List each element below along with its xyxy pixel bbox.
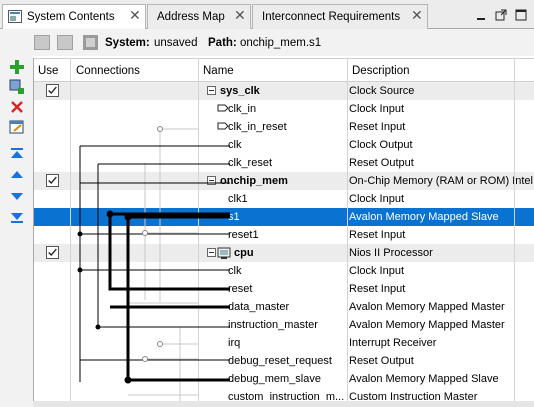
add-icon[interactable]	[9, 59, 25, 75]
connection-point	[77, 267, 83, 273]
header-description[interactable]: Description	[352, 65, 410, 77]
row-name: clk_reset	[228, 157, 273, 169]
row-description: Nios II Processor	[349, 247, 433, 259]
header-connections[interactable]: Connections	[76, 65, 140, 77]
row-name: cpu	[234, 247, 254, 259]
connection-point	[157, 341, 163, 347]
row-description: Reset Output	[349, 355, 414, 367]
row-name: onchip_mem	[220, 175, 288, 187]
row-description: Reset Input	[349, 283, 406, 295]
export-port-icon	[217, 104, 229, 112]
system-label: System:	[105, 37, 150, 49]
header-use[interactable]: Use	[38, 65, 58, 77]
row-description: Avalon Memory Mapped Slave	[349, 211, 499, 223]
path-value: onchip_mem.s1	[240, 37, 322, 49]
toolbar: System: unsaved Path: onchip_mem.s1	[0, 29, 534, 56]
row-name: clk1	[228, 193, 248, 205]
path-label: Path:	[208, 37, 237, 49]
row-description: Avalon Memory Mapped Master	[349, 301, 505, 313]
connection-point	[106, 210, 114, 218]
row-name: debug_reset_request	[228, 355, 332, 367]
row-description: On-Chip Memory (RAM or ROM) Intel	[349, 175, 533, 187]
minimize-icon[interactable]	[474, 8, 488, 22]
tab-label: Interconnect Requirements	[262, 11, 401, 23]
row-name: clk_in_reset	[228, 121, 287, 133]
horizontal-scrollbar[interactable]	[33, 401, 534, 407]
row-name: data_master	[228, 301, 290, 313]
system-contents-icon	[8, 10, 22, 23]
row-description: Reset Input	[349, 121, 406, 133]
table-header: Use Connections Name Description	[34, 58, 534, 82]
use-checkbox[interactable]	[46, 246, 59, 259]
connection-point	[124, 376, 132, 384]
use-checkbox[interactable]	[46, 84, 59, 97]
remove-icon[interactable]	[9, 99, 25, 115]
row-description: Interrupt Receiver	[349, 337, 437, 349]
use-checkbox[interactable]	[46, 174, 59, 187]
connection-point	[142, 230, 148, 236]
edit-icon[interactable]	[9, 119, 25, 135]
connection-point	[142, 356, 148, 362]
row-description: Reset Input	[349, 229, 406, 241]
connection-point	[124, 213, 132, 221]
tab-bar: System Contents ✕ Address Map ✕ Intercon…	[0, 0, 534, 30]
row-name: debug_mem_slave	[228, 373, 321, 385]
row-description: Avalon Memory Mapped Master	[349, 319, 505, 331]
add-component-icon[interactable]	[9, 79, 25, 95]
tab-interconnect-requirements[interactable]: Interconnect Requirements ✕	[252, 4, 428, 29]
row-description: Clock Source	[349, 85, 415, 97]
tab-label: System Contents	[27, 11, 115, 23]
connections-graph	[77, 104, 230, 407]
system-contents-table: Use Connections Name Description sys_clk…	[33, 58, 534, 407]
move-top-button[interactable]	[34, 35, 50, 50]
move-up-icon[interactable]	[9, 167, 25, 183]
column-divider	[347, 58, 348, 407]
side-toolbar	[0, 56, 33, 407]
close-tab-icon[interactable]: ✕	[411, 7, 423, 23]
row-name: clk_in	[228, 103, 257, 115]
row-name: clk	[228, 139, 242, 151]
row-name: instruction_master	[228, 319, 318, 331]
move-to-bottom-icon[interactable]	[9, 209, 25, 225]
row-name: reset1	[228, 229, 259, 241]
tab-system-contents[interactable]: System Contents ✕	[2, 4, 146, 30]
row-description: Clock Output	[349, 139, 413, 151]
row-name: reset	[228, 283, 253, 295]
export-port-icon	[217, 122, 229, 130]
close-tab-icon[interactable]: ✕	[234, 7, 246, 23]
row-description: Reset Output	[349, 157, 414, 169]
move-down-icon[interactable]	[9, 188, 25, 204]
connection-point	[77, 231, 83, 237]
row-description: Clock Input	[349, 265, 405, 277]
tab-label: Address Map	[157, 11, 225, 23]
row-description: Clock Input	[349, 103, 405, 115]
row-description: Avalon Memory Mapped Slave	[349, 373, 499, 385]
row-description: Clock Input	[349, 193, 405, 205]
hierarchy-icon[interactable]	[82, 34, 99, 51]
close-tab-icon[interactable]: ✕	[129, 7, 141, 23]
move-up-button[interactable]	[57, 35, 73, 50]
maximize-icon[interactable]	[514, 8, 528, 22]
connection-point	[95, 324, 101, 330]
column-divider	[514, 58, 515, 407]
system-value: unsaved	[154, 37, 198, 49]
row-name: clk	[228, 265, 242, 277]
header-name[interactable]: Name	[203, 65, 234, 77]
connection-point	[157, 126, 163, 132]
move-to-top-icon[interactable]	[9, 146, 25, 162]
tab-address-map[interactable]: Address Map ✕	[147, 4, 251, 29]
detach-icon[interactable]	[494, 8, 508, 22]
